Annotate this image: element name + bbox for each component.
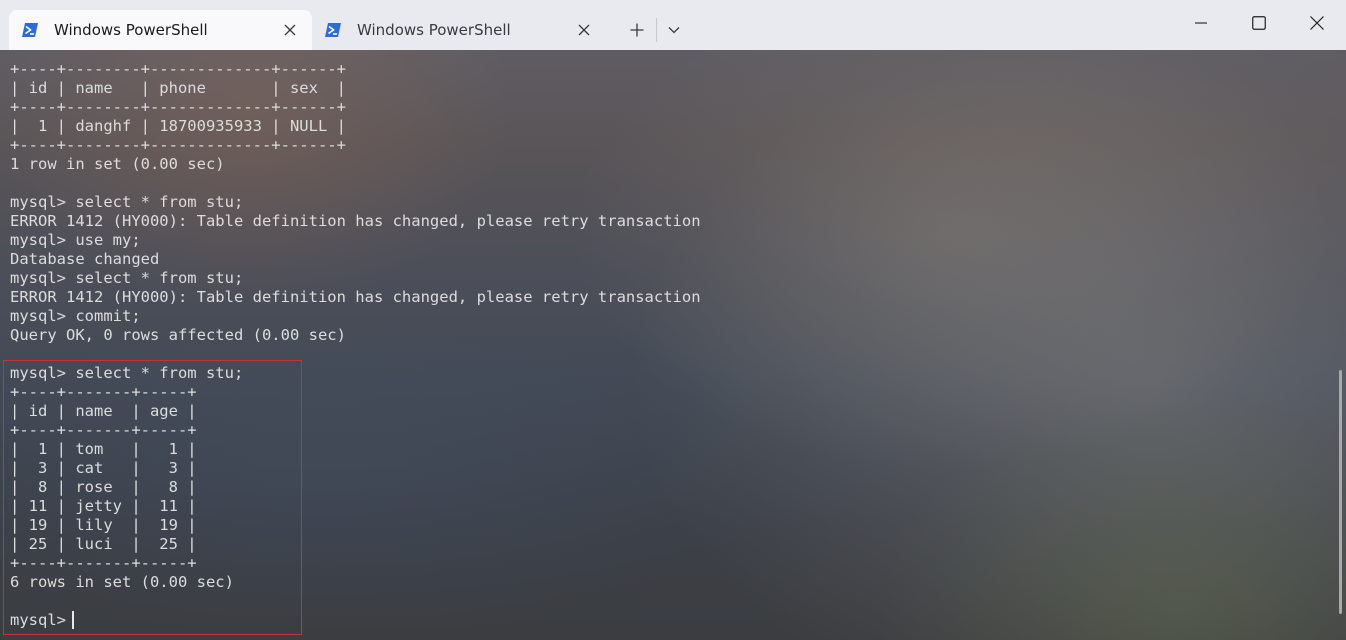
- tab-close-button[interactable]: [568, 14, 600, 46]
- powershell-icon: [325, 23, 341, 37]
- close-icon: [1310, 16, 1324, 30]
- close-icon: [284, 24, 296, 36]
- minimize-button[interactable]: [1172, 0, 1230, 46]
- close-window-button[interactable]: [1288, 0, 1346, 46]
- terminal-line: +----+--------+-------------+------+: [10, 136, 346, 154]
- minimize-icon: [1195, 22, 1207, 24]
- terminal-line: mysql> select * from stu;: [10, 193, 244, 211]
- terminal-line: Database changed: [10, 250, 160, 268]
- terminal-line: mysql> select * from stu;: [10, 269, 244, 287]
- maximize-button[interactable]: [1230, 0, 1288, 46]
- tab-title: Windows PowerShell: [54, 21, 208, 39]
- terminal-output[interactable]: +----+--------+-------------+------+ | id…: [0, 50, 1346, 640]
- close-icon: [578, 24, 590, 36]
- terminal-line: mysql> commit;: [10, 307, 141, 325]
- tab-powershell-1[interactable]: Windows PowerShell: [9, 10, 312, 50]
- chevron-down-icon: [668, 27, 680, 34]
- terminal-line: +----+--------+-------------+------+: [10, 60, 346, 78]
- terminal-line: Query OK, 0 rows affected (0.00 sec): [10, 326, 346, 344]
- title-bar[interactable]: Windows PowerShell Windows PowerShell: [0, 0, 1346, 50]
- text-cursor: [72, 611, 74, 629]
- tab-dropdown-button[interactable]: [657, 14, 691, 46]
- maximize-icon: [1252, 16, 1266, 30]
- terminal-window: Windows PowerShell Windows PowerShell +-…: [0, 0, 1346, 640]
- scrollbar-thumb[interactable]: [1339, 370, 1342, 614]
- terminal-line: | 1 | danghf | 18700935933 | NULL |: [10, 117, 346, 135]
- terminal-line: ERROR 1412 (HY000): Table definition has…: [10, 212, 701, 230]
- terminal-line: mysql> use my;: [10, 231, 141, 249]
- powershell-icon: [22, 23, 38, 37]
- tab-powershell-2[interactable]: Windows PowerShell: [312, 10, 606, 50]
- terminal-line: ERROR 1412 (HY000): Table definition has…: [10, 288, 701, 306]
- annotation-highlight-box: [3, 360, 302, 635]
- new-tab-button[interactable]: [620, 14, 654, 46]
- tab-title: Windows PowerShell: [357, 21, 511, 39]
- plus-icon: [630, 23, 644, 37]
- terminal-line: +----+--------+-------------+------+: [10, 98, 346, 116]
- tab-close-button[interactable]: [274, 14, 306, 46]
- terminal-line: | id | name | phone | sex |: [10, 79, 346, 97]
- terminal-line: 1 row in set (0.00 sec): [10, 155, 225, 173]
